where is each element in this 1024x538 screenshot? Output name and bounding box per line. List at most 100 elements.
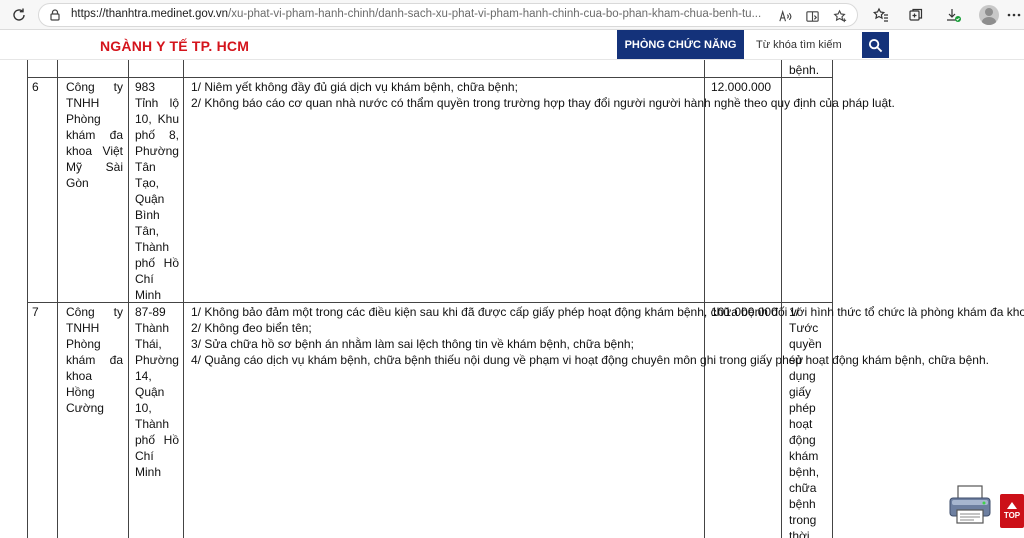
extra-line: hoạt — [789, 417, 813, 431]
function-departments-button[interactable]: PHÒNG CHỨC NĂNG — [617, 30, 744, 59]
violation-item: 1/ Niêm yết không đầy đủ giá dịch vụ khá… — [191, 80, 518, 94]
search-icon — [868, 38, 883, 52]
address-line: 10, Khu — [135, 112, 179, 126]
name-line: khám đa — [66, 353, 123, 367]
extra-line: bệnh — [789, 497, 816, 511]
violation-item: 4/ Quảng cáo dịch vụ khám bệnh, chữa bện… — [191, 353, 989, 367]
row-stt: 7 — [32, 305, 39, 319]
extra-line: quyền — [789, 337, 822, 351]
name-line: Gòn — [66, 176, 89, 190]
extra-line: chữa — [789, 481, 817, 495]
printer-icon[interactable] — [946, 483, 994, 527]
name-line: TNHH — [66, 96, 100, 110]
scroll-to-top-button[interactable]: TOP — [1000, 494, 1024, 528]
top-label: TOP — [1003, 511, 1021, 520]
address-line: Thái, — [135, 337, 162, 351]
address-bar[interactable]: https://thanhtra.medinet.gov.vn/xu-phat-… — [38, 3, 858, 27]
violations-table: bệnh. 6 Công ty TNHH Phòng khám đa khoa … — [0, 60, 1024, 538]
read-aloud-icon[interactable] — [776, 7, 794, 25]
address-line: Tạo, — [135, 176, 160, 190]
row-fine: 12.000.000 — [711, 80, 772, 94]
table-gridline — [128, 60, 129, 538]
address-line: 983 — [135, 80, 156, 94]
extra-line: bệnh, — [789, 465, 820, 479]
table-gridline — [704, 60, 705, 538]
row-address: 87-89 Thành Thái, Phường 14, Quận 10, Th… — [135, 304, 179, 480]
address-line: Thành — [135, 417, 170, 431]
extra-line: động — [789, 433, 816, 447]
name-line: Mỹ Sài — [66, 160, 123, 174]
extra-line: thời — [789, 529, 810, 538]
refresh-icon[interactable] — [8, 4, 30, 26]
row-additional-penalty: 1/ Tước quyền sử dụng giấy phép hoạt độn… — [789, 304, 829, 538]
row-stt: 6 — [32, 80, 39, 94]
url-domain: https://thanhtra.medinet.gov.vn — [71, 8, 229, 20]
violation-item: 2/ Không báo cáo cơ quan nhà nước có thẩ… — [191, 96, 895, 110]
row-address: 983 Tỉnh lộ 10, Khu phố 8, Phường Tân Tạ… — [135, 79, 179, 303]
row-violations: 1/ Không bảo đảm một trong các điều kiện… — [191, 304, 1024, 368]
name-line: TNHH — [66, 321, 100, 335]
address-line: Minh — [135, 288, 162, 302]
table-gridline — [27, 60, 28, 538]
address-line: phố Hồ — [135, 256, 179, 270]
address-line: Chí — [135, 272, 154, 286]
table-gridline — [781, 60, 782, 538]
name-line: Công ty — [66, 80, 123, 94]
address-line: Thành — [135, 321, 170, 335]
address-line: phố 8, — [135, 128, 179, 142]
collections-icon[interactable] — [905, 4, 927, 26]
site-header: NGÀNH Y TẾ TP. HCM PHÒNG CHỨC NĂNG — [0, 30, 1024, 60]
row-name: Công ty TNHH Phòng khám đa khoa Hồng Cườ… — [66, 304, 123, 416]
address-line: 10, — [135, 401, 152, 415]
extra-line: trong — [789, 513, 817, 527]
table-row-divider — [27, 77, 833, 78]
favorite-add-icon[interactable] — [831, 7, 849, 25]
name-line: khoa Hồng — [66, 369, 95, 399]
address-line: Tỉnh lộ — [135, 96, 179, 110]
address-line: Phường — [135, 144, 179, 158]
address-line: Quận — [135, 192, 165, 206]
table-gridline — [183, 60, 184, 538]
downloads-icon[interactable] — [942, 4, 964, 26]
row-fine: 101.000.000 — [711, 305, 778, 319]
row-name: Công ty TNHH Phòng khám đa khoa Việt Mỹ … — [66, 79, 123, 191]
address-line: Tân, — [135, 224, 160, 238]
extra-line: Tước — [789, 321, 819, 335]
previous-row-fragment: bệnh. — [789, 63, 820, 77]
address-line: Tân — [135, 160, 156, 174]
address-line: 14, — [135, 369, 152, 383]
profile-avatar[interactable] — [979, 5, 999, 25]
address-line: phố Hồ — [135, 433, 179, 447]
address-line: Phường — [135, 353, 179, 367]
address-line: 87-89 — [135, 305, 166, 319]
more-menu-icon[interactable] — [1003, 4, 1024, 26]
url-path: /xu-phat-vi-pham-hanh-chinh/danh-sach-xu… — [228, 8, 762, 20]
name-line: Cường — [66, 401, 104, 415]
violation-item: 2/ Không đeo biển tên; — [191, 321, 312, 335]
violation-item: 1/ Không bảo đảm một trong các điều kiện… — [191, 305, 1024, 319]
favorites-icon[interactable] — [870, 4, 892, 26]
site-title[interactable]: NGÀNH Y TẾ TP. HCM — [100, 38, 249, 54]
immersive-reader-icon[interactable] — [803, 7, 821, 25]
search-button[interactable] — [862, 32, 889, 58]
name-line: khám đa — [66, 128, 123, 142]
extra-line: sử — [789, 353, 804, 367]
address-line: Thành — [135, 240, 170, 254]
name-line: Phòng — [66, 337, 101, 351]
arrow-up-icon — [1007, 502, 1017, 509]
row-violations: 1/ Niêm yết không đầy đủ giá dịch vụ khá… — [191, 79, 895, 111]
violation-item: 3/ Sửa chữa hồ sơ bệnh án nhằm làm sai l… — [191, 337, 634, 351]
extra-line: giấy — [789, 385, 812, 399]
table-gridline — [57, 60, 58, 538]
extra-line: phép — [789, 401, 816, 415]
extra-line: 1/ — [789, 305, 800, 319]
extra-line: dụng — [789, 369, 816, 383]
url-text[interactable]: https://thanhtra.medinet.gov.vn/xu-phat-… — [71, 8, 771, 20]
address-line: Bình — [135, 208, 160, 222]
search-input[interactable] — [750, 33, 860, 57]
address-line: Chí — [135, 449, 154, 463]
lock-icon[interactable] — [48, 8, 62, 22]
table-gridline — [832, 60, 833, 538]
name-line: Phòng — [66, 112, 101, 126]
address-line: Quận — [135, 385, 165, 399]
